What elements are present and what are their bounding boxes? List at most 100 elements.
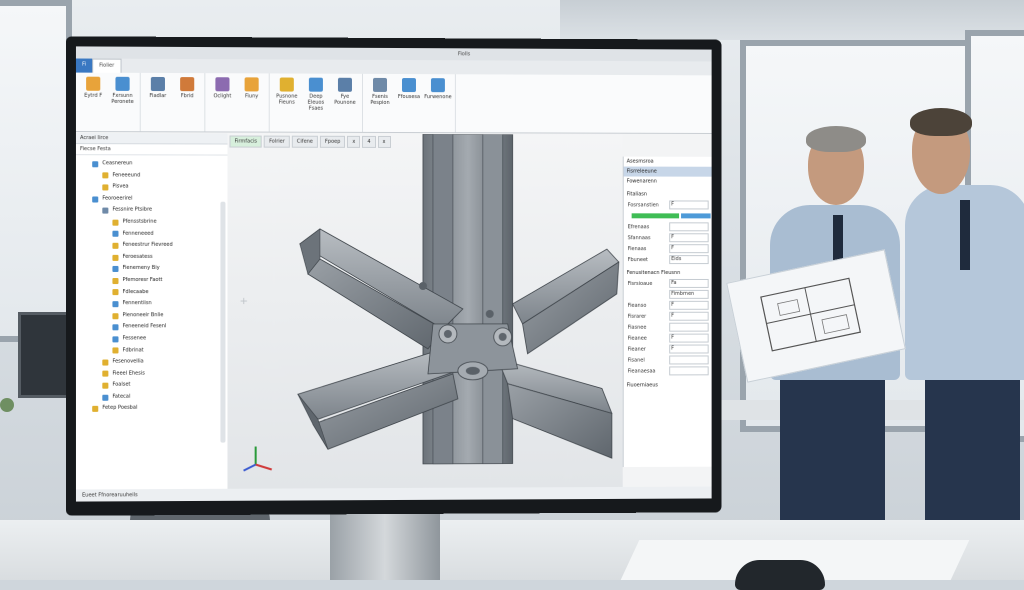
tree-item-label: Foalset [112,380,130,392]
property-value-field[interactable] [669,355,708,364]
tree-node-icon [112,336,118,342]
ribbon-button[interactable]: Fxrsunn Peronete [109,77,135,127]
tree-node-icon [102,359,108,365]
tree-item[interactable]: Fieeel Ehesis [76,368,228,380]
property-value-field[interactable]: F [669,233,708,242]
tab-4[interactable] [133,59,145,73]
tree-item[interactable]: Fdbrinat [76,345,228,357]
ribbon-button[interactable]: Pusnone Fieuns [274,77,300,127]
tree-scrollbar[interactable] [220,202,225,443]
property-value-field[interactable]: F [669,244,708,253]
property-key: Fienaas [628,246,670,252]
tree-item[interactable]: Fdlecaabe [76,287,228,299]
tree-item[interactable]: Fienemeny Biy [76,263,228,275]
property-value-field[interactable]: Fa [669,279,708,288]
tree-item[interactable]: Foalset [76,380,228,392]
tree-item-label: Feneestrur Fievreed [123,240,173,252]
ribbon-button[interactable]: Furwenone [425,78,451,128]
property-value-field[interactable]: F [669,334,708,343]
viewport-tab-4[interactable]: Fpoep [320,136,345,148]
ribbon-button-label: Fiuny [245,93,258,99]
tree-item[interactable]: Fessenee [76,333,228,345]
3d-viewport[interactable]: + Firmfacis Folrier Cifene Fpoep x 4 x [227,133,622,488]
viewport-tab-icon-2[interactable]: 4 [362,136,375,148]
property-key: Efrenaas [628,224,670,230]
tree-item[interactable]: Fennentiisn [76,298,228,310]
tree-item[interactable]: Pfensstsbrine [76,217,228,229]
ribbon-button[interactable]: Fsenis Pespion [367,78,393,128]
tree-item[interactable]: Feneeneid Fesenl [76,321,228,333]
property-value-field[interactable]: Eids [669,255,708,264]
viewport-tab-icon-3[interactable]: x [378,136,391,148]
tree-node-icon [92,161,98,167]
tree-node-icon [92,406,98,412]
ribbon-button[interactable]: Fiadlar [145,77,171,127]
property-value-field[interactable]: F [669,312,708,321]
viewport-tab-close-icon[interactable]: x [347,136,360,148]
tree-item[interactable]: Feneestrur Fievreed [76,240,228,252]
ribbon-button[interactable]: Fiuny [239,77,265,127]
tab-3[interactable] [121,59,133,73]
ribbon-button[interactable]: Oclight [209,77,235,127]
property-value-field[interactable]: F [669,301,708,310]
tree-item-label: Fesenovellia [112,357,143,369]
viewport-tab-3[interactable]: Cifene [292,136,318,148]
property-row: FisrarerF [624,311,712,322]
tree-item[interactable]: Feneeeund [76,170,228,182]
property-value-field[interactable]: F [669,200,708,209]
tab-home[interactable]: Fiolier [92,59,121,73]
steel-beam-joint-model[interactable]: + [227,133,622,488]
ribbon-button[interactable]: Fbrid [174,77,200,127]
property-row: Fiasnee [624,322,712,333]
tree-item-label: Feneeneid Fesenl [123,322,167,334]
tree-item[interactable]: Fetep Poesbal [76,403,228,415]
ribbon-button[interactable]: Deep Eleuos Fsaes [303,78,329,128]
ribbon-button-label: Fiadlar [150,93,167,99]
tree-item[interactable]: Pienoneeir Bnlie [76,310,228,322]
ribbon-button-label: Fbrid [181,93,194,99]
tree-panel-tabs[interactable]: Fiecse Festa [76,144,228,155]
property-value-field[interactable] [669,366,708,375]
tree-item[interactable]: Pisvea [76,182,228,194]
ribbon-button[interactable]: Eytrd F [80,77,106,127]
property-row: FienaasF [624,243,712,254]
tree-item[interactable]: Fessnire Ptsibre [76,205,228,217]
status-bar-green [632,213,679,218]
props-header-3: Fowenarenn [624,176,712,186]
viewport-tab-1[interactable]: Firmfacis [229,135,262,147]
viewport-tab-2[interactable]: Folrier [264,136,290,148]
monitor: Fiolls Fi Fiolier Eytrd FFxrsunn Peronet… [66,36,722,515]
tree-item[interactable]: Pfemoresr Faott [76,275,228,287]
ribbon-button-label: Ffousesa [398,94,420,100]
tree-item[interactable]: Fesenovellia [76,356,228,368]
tree-item-label: Pisvea [112,182,128,194]
ribbon-button[interactable]: Ffousesa [396,78,422,128]
tree-item[interactable]: Ceasnereun [76,158,228,170]
tree-node-icon [112,324,118,330]
property-value-field[interactable]: F [669,345,708,354]
ribbon-button-label: Fxrsunn Peronete [109,93,135,105]
ribbon-button-label: Oclight [213,93,231,99]
tree-item[interactable]: Feoroeerirel [76,193,228,205]
tree-item-label: Pfensstsbrine [123,217,157,229]
tree-node-icon [92,196,98,202]
property-row: Fimbrnen [624,289,712,300]
tree-item-label: Fdbrinat [123,345,144,357]
property-key: Fisrsioaue [628,280,670,286]
property-value-field[interactable] [669,323,708,332]
tree-item-label: Pfemoresr Faott [123,275,163,287]
property-value-field[interactable] [669,222,708,231]
ribbon-button[interactable]: Fye Pounone [332,78,358,128]
ribbon-button-label: Furwenone [424,94,451,100]
tree-node-icon [102,371,108,377]
tab-file[interactable]: Fi [76,58,92,72]
cad-application-screen: Fiolls Fi Fiolier Eytrd FFxrsunn Peronet… [76,46,712,501]
tree-item[interactable]: Fenneneeed [76,228,228,240]
tree-item[interactable]: Feroesatess [76,252,228,264]
tree-item[interactable]: Fatecal [76,391,228,403]
property-value-field[interactable]: Fimbrnen [669,290,708,299]
tree-item-label: Fatecal [112,392,130,404]
svg-text:+: + [240,296,248,307]
tree-node-icon [112,219,118,225]
props-header-2[interactable]: Fisrreleeune [624,167,712,177]
